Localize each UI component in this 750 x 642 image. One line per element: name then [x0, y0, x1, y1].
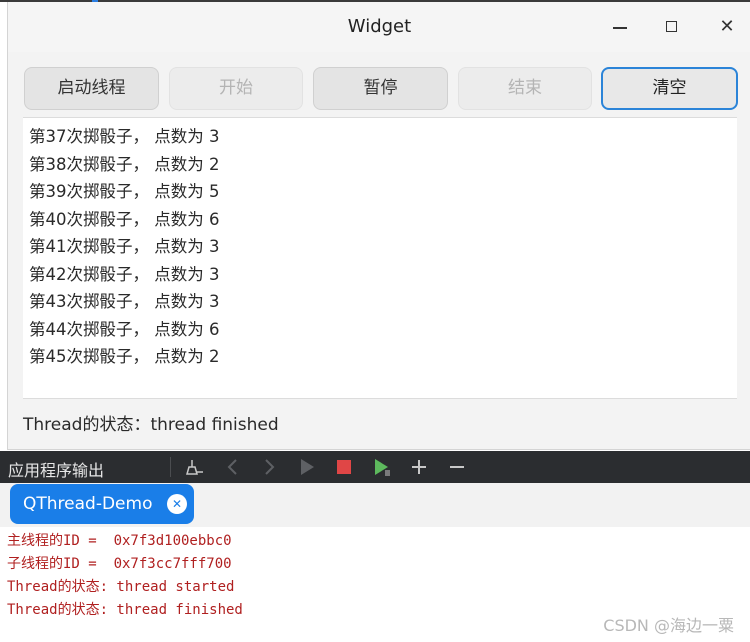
stop-icon[interactable] — [333, 456, 355, 478]
log-line: 第37次掷骰子， 点数为 3 — [29, 127, 220, 146]
csdn-watermark: CSDN @海边一粟 — [603, 616, 734, 635]
minimize-icon — [613, 27, 627, 29]
begin-button[interactable]: 开始 — [169, 67, 303, 110]
next-icon[interactable] — [258, 456, 280, 478]
thread-status-label: Thread的状态：thread finished — [23, 415, 279, 435]
log-line: 第45次掷骰子， 点数为 2 — [29, 347, 220, 366]
maximize-icon — [666, 21, 677, 32]
log-line: 第43次掷骰子， 点数为 3 — [29, 292, 220, 311]
debug-run-icon[interactable] — [371, 456, 393, 478]
output-panel-title: 应用程序输出 — [8, 461, 105, 480]
log-line: 第40次掷骰子， 点数为 6 — [29, 209, 220, 229]
log-line: 第38次掷骰子， 点数为 2 — [29, 154, 220, 174]
output-line: Thread的状态: thread started — [7, 579, 235, 595]
output-panel-toolbar: 应用程序输出 — [0, 451, 750, 483]
plus-icon[interactable] — [408, 456, 430, 478]
log-text-area[interactable]: 第37次掷骰子， 点数为 3 第38次掷骰子， 点数为 2 第39次掷骰子， 点… — [23, 117, 737, 399]
log-line: 第42次掷骰子， 点数为 3 — [29, 264, 220, 284]
clear-output-icon[interactable] — [184, 456, 206, 478]
window-title: Widget — [347, 16, 412, 37]
output-line: 子线程的ID = 0x7f3cc7fff700 — [7, 556, 232, 572]
run-icon[interactable] — [296, 456, 318, 478]
toolbar-divider — [170, 457, 171, 477]
output-line: Thread的状态: thread finished — [7, 602, 243, 618]
title-bar[interactable]: Widget ✕ — [8, 2, 750, 52]
maximize-button[interactable] — [658, 14, 686, 40]
pause-button[interactable]: 暂停 — [313, 67, 448, 110]
close-icon: ✕ — [719, 16, 735, 37]
start-thread-button[interactable]: 启动线程 — [24, 67, 159, 110]
prev-icon[interactable] — [222, 456, 244, 478]
minus-icon[interactable] — [446, 456, 468, 478]
clear-button[interactable]: 清空 — [601, 67, 738, 110]
widget-window: Widget ✕ 启动线程 开始 暂停 结束 清空 第37次掷骰子， 点数为 3… — [7, 2, 750, 450]
log-line: 第41次掷骰子， 点数为 3 — [29, 237, 220, 256]
log-line: 第44次掷骰子， 点数为 6 — [29, 319, 220, 339]
output-tab-qthread-demo[interactable]: QThread-Demo ✕ — [10, 484, 194, 524]
close-button[interactable]: ✕ — [713, 14, 741, 40]
minimize-button[interactable] — [606, 14, 634, 40]
output-tab-label: QThread-Demo — [23, 494, 153, 514]
close-tab-icon[interactable]: ✕ — [167, 494, 187, 514]
log-line: 第39次掷骰子， 点数为 5 — [29, 182, 220, 201]
output-line: 主线程的ID = 0x7f3d100ebbc0 — [7, 533, 232, 549]
stop-square — [337, 460, 351, 474]
end-button[interactable]: 结束 — [458, 67, 592, 110]
